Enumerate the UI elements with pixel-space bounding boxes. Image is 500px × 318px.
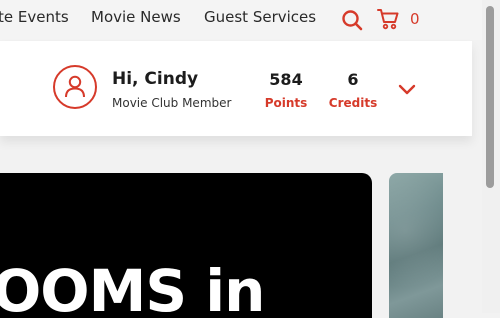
credits-label[interactable]: Credits bbox=[326, 96, 380, 110]
points-label[interactable]: Points bbox=[262, 96, 310, 110]
chevron-down-icon[interactable] bbox=[398, 83, 416, 101]
credits-value: 6 bbox=[347, 70, 359, 89]
cart-icon[interactable] bbox=[376, 7, 400, 36]
top-navigation: te Events Movie News Guest Services 0 bbox=[0, 0, 482, 40]
member-greeting: Hi, Cindy bbox=[112, 69, 199, 89]
next-slide-thumbnail[interactable] bbox=[389, 173, 443, 318]
member-type: Movie Club Member bbox=[112, 96, 232, 110]
member-bar: Hi, Cindy Movie Club Member 584 Points 6… bbox=[0, 41, 472, 136]
user-icon bbox=[65, 75, 85, 98]
scrollbar-thumb[interactable] bbox=[486, 6, 494, 188]
points-value: 584 bbox=[269, 70, 303, 89]
nav-link-guest-services[interactable]: Guest Services bbox=[204, 8, 316, 26]
user-avatar[interactable] bbox=[53, 65, 97, 109]
search-icon[interactable] bbox=[341, 9, 363, 36]
hero-banner[interactable]: OOMS in bbox=[0, 173, 372, 318]
page-scrollbar[interactable] bbox=[482, 0, 500, 313]
cart-count[interactable]: 0 bbox=[410, 10, 420, 28]
nav-link-private-events[interactable]: te Events bbox=[0, 8, 69, 26]
hero-headline: OOMS in bbox=[0, 257, 265, 318]
nav-link-movie-news[interactable]: Movie News bbox=[91, 8, 181, 26]
